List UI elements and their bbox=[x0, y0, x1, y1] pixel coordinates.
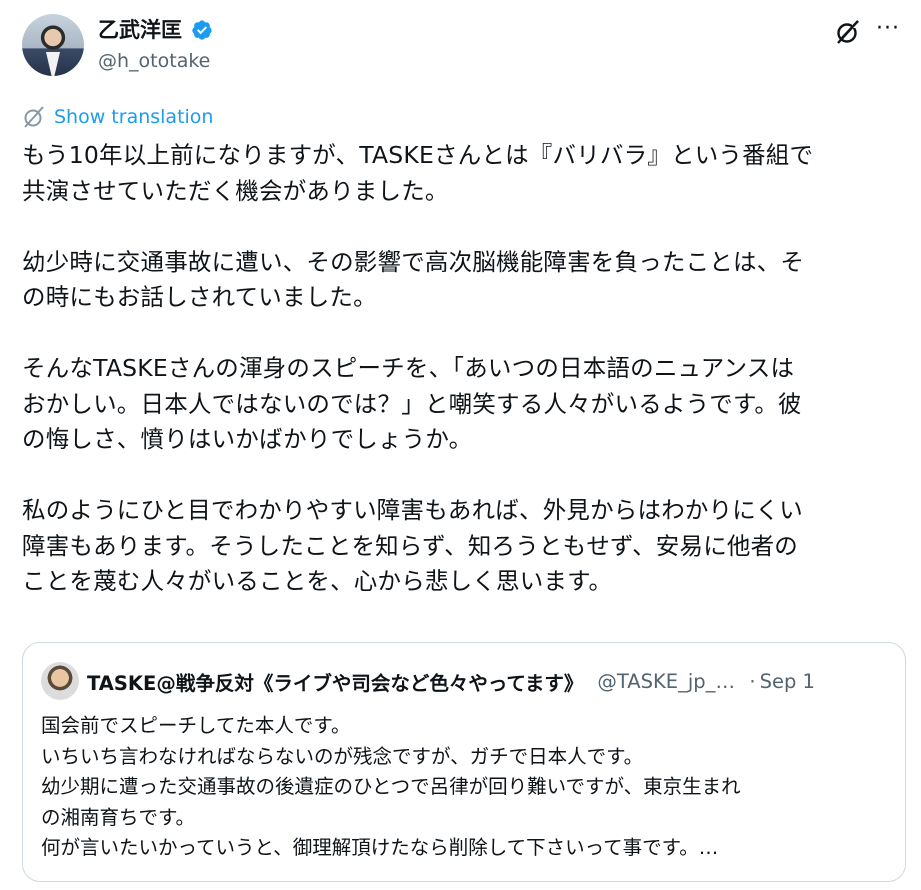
author-handle[interactable]: @h_ototake bbox=[98, 48, 213, 74]
quoted-post-header: TASKE@戦争反対《ライブや司会など色々やってます》 @TASKE_jp_of… bbox=[41, 661, 887, 701]
author-display-name[interactable]: 乙武洋匡 bbox=[98, 16, 182, 44]
quoted-author-avatar[interactable] bbox=[41, 662, 79, 700]
quoted-post-text: 国会前でスピーチしてた本人です。 いちいち言わなければならないのが残念ですが、ガ… bbox=[41, 714, 741, 859]
show-translation-link[interactable]: Show translation bbox=[22, 104, 213, 130]
quoted-separator: · bbox=[749, 669, 756, 693]
verified-badge-icon[interactable] bbox=[191, 19, 213, 41]
quoted-author-handle[interactable]: @TASKE_jp_official bbox=[597, 670, 737, 693]
show-translation-label[interactable]: Show translation bbox=[54, 106, 213, 128]
quoted-author-display-name[interactable]: TASKE@戦争反対《ライブや司会など色々やってます》 bbox=[87, 667, 583, 696]
author-names: 乙武洋匡 @h_ototake bbox=[98, 16, 213, 74]
post-header: 乙武洋匡 @h_ototake ··· bbox=[22, 14, 902, 78]
quoted-post-date[interactable]: Sep 1 bbox=[760, 670, 815, 693]
more-options-icon[interactable]: ··· bbox=[874, 18, 902, 46]
post-text: もう10年以上前になりますが、TASKEさんとは『バリバラ』という番組で 共演さ… bbox=[22, 141, 814, 595]
grok-icon[interactable] bbox=[834, 18, 862, 46]
author-avatar[interactable] bbox=[22, 14, 84, 76]
grok-icon bbox=[24, 106, 44, 128]
avatar-shirt bbox=[46, 52, 60, 76]
quoted-post[interactable]: TASKE@戦争反対《ライブや司会など色々やってます》 @TASKE_jp_of… bbox=[22, 642, 906, 882]
